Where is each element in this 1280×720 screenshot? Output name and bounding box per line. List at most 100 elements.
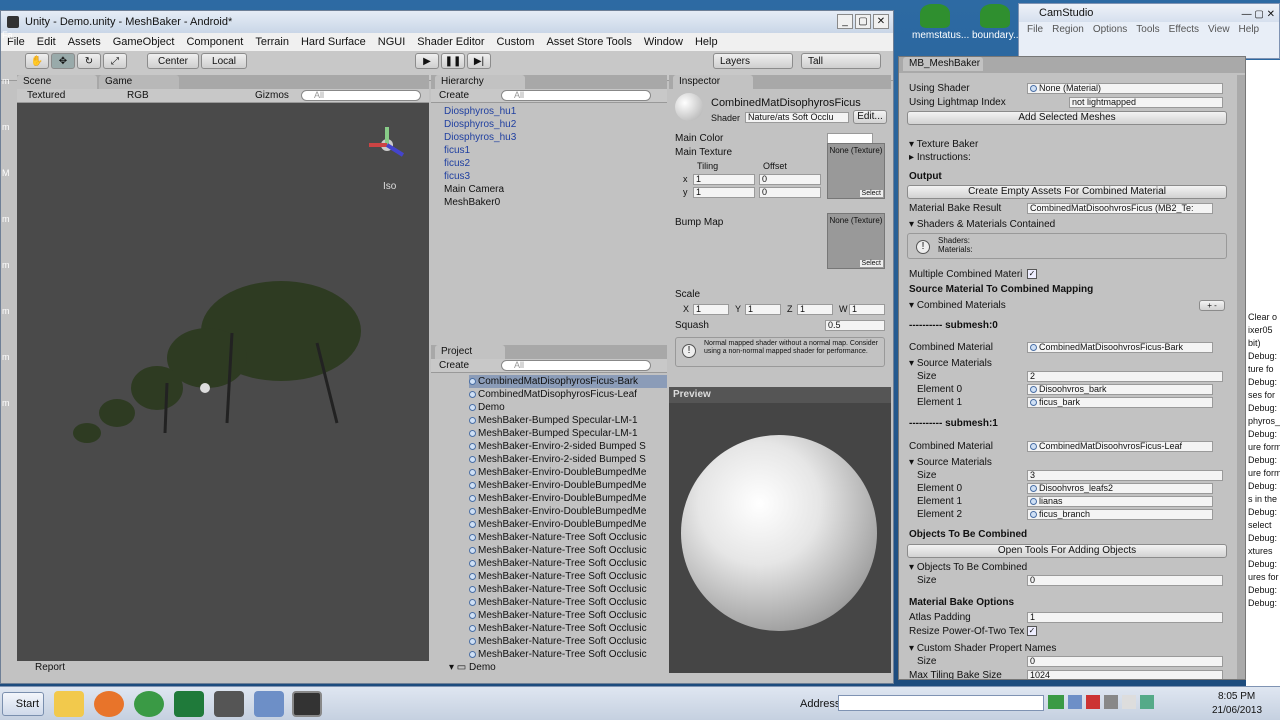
layout-dropdown[interactable]: Tall [801, 53, 881, 69]
project-asset-item[interactable]: MeshBaker-Enviro-DoubleBumpedMe [469, 492, 667, 505]
explorer-icon[interactable] [54, 691, 84, 717]
rotate-tool-icon[interactable]: ↻ [77, 53, 101, 69]
open-tools-button[interactable]: Open Tools For Adding Objects [907, 544, 1227, 558]
main-texture-slot[interactable]: None (Texture) Select [827, 143, 885, 199]
menu-asset-store-tools[interactable]: Asset Store Tools [540, 36, 637, 48]
hierarchy-item[interactable]: ficus1 [444, 144, 667, 157]
app-taskbar-icon[interactable] [254, 691, 284, 717]
lightmap-index-dropdown[interactable]: not lightmapped [1069, 97, 1223, 108]
scale-tool-icon[interactable]: ⤢ [103, 53, 127, 69]
tray-icon[interactable] [1086, 695, 1100, 709]
minimize-icon[interactable]: _ [837, 14, 853, 29]
source-materials-0-foldout[interactable]: ▾ Source Materials [909, 358, 992, 369]
project-asset-item[interactable]: MeshBaker-Nature-Tree Soft Occlusic [469, 622, 667, 635]
source-1-element-1-field[interactable]: lianas [1027, 496, 1213, 507]
tab-project[interactable]: Project [435, 345, 505, 359]
project-search-input[interactable]: All [501, 360, 651, 371]
project-asset-item[interactable]: MeshBaker-Nature-Tree Soft Occlusic [469, 583, 667, 596]
desktop-icon-memstatus[interactable]: memstatus... [912, 4, 969, 41]
project-asset-item[interactable]: CombinedMatDisophyrosFicus-Leaf [469, 388, 667, 401]
project-create-dropdown[interactable]: Create [439, 360, 469, 371]
desktop-icon-boundary[interactable]: boundary... [972, 4, 1021, 41]
hierarchy-item[interactable]: MeshBaker0 [444, 196, 667, 209]
menu-effects[interactable]: Effects [1169, 24, 1199, 35]
project-asset-item[interactable]: MeshBaker-Nature-Tree Soft Occlusic [469, 648, 667, 661]
hand-tool-icon[interactable]: ✋ [25, 53, 49, 69]
project-asset-item[interactable]: MeshBaker-Enviro-DoubleBumpedMe [469, 518, 667, 531]
resize-checkbox[interactable]: ✓ [1027, 626, 1037, 636]
combined-materials-foldout[interactable]: ▾ Combined Materials [909, 300, 1006, 311]
maximize-icon[interactable]: ▢ [855, 14, 871, 29]
multiple-materials-checkbox[interactable]: ✓ [1027, 269, 1037, 279]
menu-shader-editor[interactable]: Shader Editor [411, 36, 490, 48]
source-materials-0-size-input[interactable]: 2 [1027, 371, 1223, 382]
bump-map-select-button[interactable]: Select [859, 260, 883, 267]
offset-y-input[interactable]: 0 [759, 187, 821, 198]
window-controls[interactable]: — ▢ ✕ [1242, 6, 1275, 24]
tab-scene[interactable]: Scene [17, 75, 97, 89]
tab-hierarchy[interactable]: Hierarchy [435, 75, 525, 89]
scale-y-input[interactable]: 1 [745, 304, 781, 315]
meshbaker-scrollbar[interactable] [1237, 75, 1245, 679]
menu-gameobject[interactable]: GameObject [107, 36, 181, 48]
project-asset-item[interactable]: Demo [469, 401, 667, 414]
add-remove-buttons[interactable]: + - [1199, 300, 1225, 311]
menu-help[interactable]: Help [689, 36, 724, 48]
scene-search-input[interactable]: All [301, 90, 421, 101]
scale-x-input[interactable]: 1 [693, 304, 729, 315]
combined-material-1-field[interactable]: CombinedMatDisoohvrosFicus-Leaf [1027, 441, 1213, 452]
volume-icon[interactable] [1122, 695, 1136, 709]
menu-help[interactable]: Help [1239, 24, 1260, 35]
unity-taskbar-icon[interactable] [214, 691, 244, 717]
scale-w-input[interactable]: 1 [849, 304, 885, 315]
source-0-element-0-field[interactable]: Disoohvros_bark [1027, 384, 1213, 395]
project-asset-item[interactable]: MeshBaker-Nature-Tree Soft Occlusic [469, 596, 667, 609]
chrome-icon[interactable] [134, 691, 164, 717]
firefox-icon[interactable] [94, 691, 124, 717]
orientation-gizmo-icon[interactable] [367, 125, 407, 165]
bump-map-slot[interactable]: None (Texture) Select [827, 213, 885, 269]
create-empty-assets-button[interactable]: Create Empty Assets For Combined Materia… [907, 185, 1227, 199]
project-asset-item[interactable]: MeshBaker-Nature-Tree Soft Occlusic [469, 570, 667, 583]
pause-icon[interactable]: ❚❚ [441, 53, 465, 69]
shaders-contained-foldout[interactable]: ▾ Shaders & Materials Contained [909, 219, 1055, 230]
scale-z-input[interactable]: 1 [797, 304, 833, 315]
project-asset-item[interactable]: MeshBaker-Enviro-DoubleBumpedMe [469, 479, 667, 492]
hierarchy-item[interactable]: Diosphyros_hu2 [444, 118, 667, 131]
menu-terrain[interactable]: Terrain [249, 36, 295, 48]
project-asset-item[interactable]: MeshBaker-Enviro-2-sided Bumped S [469, 453, 667, 466]
excel-icon[interactable] [174, 691, 204, 717]
project-asset-item[interactable]: MeshBaker-Nature-Tree Soft Occlusic [469, 544, 667, 557]
project-asset-item[interactable]: MeshBaker-Nature-Tree Soft Occlusic [469, 557, 667, 570]
pivot-center-button[interactable]: Center [147, 53, 199, 69]
offset-x-input[interactable]: 0 [759, 174, 821, 185]
project-asset-item[interactable]: MeshBaker-Bumped Specular-LM-1 [469, 414, 667, 427]
hierarchy-item[interactable]: ficus3 [444, 170, 667, 183]
project-asset-item[interactable]: MeshBaker-Enviro-DoubleBumpedMe [469, 466, 667, 479]
hierarchy-search-input[interactable]: All [501, 90, 651, 101]
tray-icon[interactable] [1140, 695, 1154, 709]
hierarchy-item[interactable]: ficus2 [444, 157, 667, 170]
network-icon[interactable] [1104, 695, 1118, 709]
objects-foldout[interactable]: ▾ Objects To Be Combined [909, 562, 1027, 573]
menu-options[interactable]: Options [1093, 24, 1127, 35]
go-icon[interactable] [1048, 695, 1064, 709]
tab-game[interactable]: Game [99, 75, 179, 89]
camstudio-taskbar-icon[interactable] [292, 691, 322, 717]
menu-component[interactable]: Component [180, 36, 249, 48]
menu-ngui[interactable]: NGUI [372, 36, 412, 48]
tab-mb-meshbaker[interactable]: MB_MeshBaker [903, 57, 983, 71]
project-asset-item[interactable]: CombinedMatDisophyrosFicus-Bark [469, 375, 667, 388]
scene-viewport[interactable]: Iso [17, 103, 429, 661]
hierarchy-create-dropdown[interactable]: Create [439, 90, 469, 101]
main-texture-select-button[interactable]: Select [859, 190, 883, 197]
menu-window[interactable]: Window [638, 36, 689, 48]
instructions-foldout[interactable]: ▸ Instructions: [909, 152, 971, 163]
combined-material-0-field[interactable]: CombinedMatDisoohvrosFicus-Bark [1027, 342, 1213, 353]
menu-custom[interactable]: Custom [491, 36, 541, 48]
project-asset-item[interactable]: MeshBaker-Bumped Specular-LM-1 [469, 427, 667, 440]
menu-edit[interactable]: Edit [31, 36, 62, 48]
custom-shader-size-input[interactable]: 0 [1027, 656, 1223, 667]
project-folder-demo[interactable]: ▾ ▭ Demo [449, 661, 667, 673]
step-icon[interactable]: ▶| [467, 53, 491, 69]
